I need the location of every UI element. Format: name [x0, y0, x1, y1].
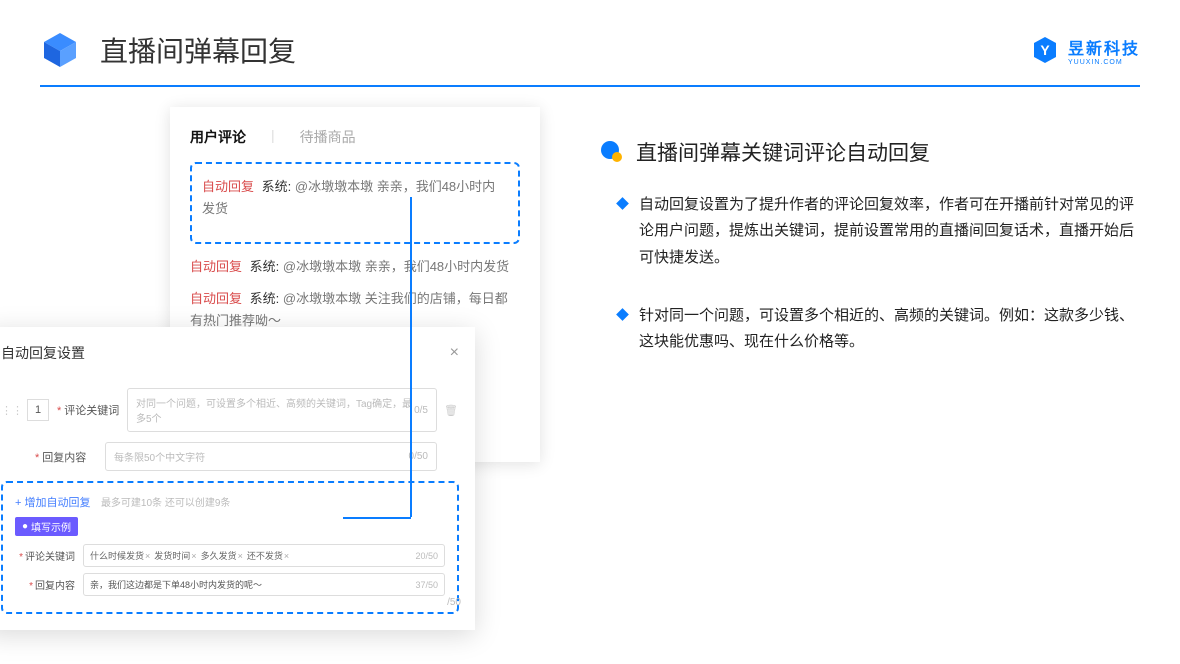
delete-icon[interactable]: 🗑 [443, 404, 459, 417]
logo-cube-icon [40, 30, 80, 70]
tab-separator: | [271, 127, 275, 147]
diamond-icon [616, 308, 629, 321]
keyword-tag: 发货时间× [154, 549, 196, 562]
example-keywords-field: 什么时候发货× 发货时间× 多久发货× 还不发货× 20/50 [83, 544, 445, 567]
connector-line [343, 517, 411, 519]
bullet-text: 自动回复设置为了提升作者的评论回复效率，作者可在开播前针对常见的评论用户问题，提… [639, 192, 1140, 271]
brand-logo-icon: Y [1030, 35, 1060, 65]
example-reply-field: 亲，我们这边都是下单48小时内发货的呢～ 37/50 [83, 573, 445, 596]
keyword-tag: 还不发货× [247, 549, 289, 562]
tab-pending-goods[interactable]: 待播商品 [300, 127, 356, 147]
svg-text:Y: Y [1040, 42, 1050, 58]
add-reply-link[interactable]: + 增加自动回复 [15, 494, 90, 510]
auto-reply-tag: 自动回复 [190, 259, 242, 274]
example-badge: ●填写示例 [15, 517, 78, 536]
connector-line [410, 197, 412, 517]
comment-text: @冰墩墩本墩 亲亲，我们48小时内发货 [283, 259, 509, 274]
page-title: 直播间弹幕回复 [100, 30, 296, 70]
system-label: 系统: [250, 259, 280, 274]
close-icon[interactable]: × [450, 344, 459, 362]
tab-user-comments[interactable]: 用户评论 [190, 127, 246, 147]
system-label: 系统: [262, 179, 292, 194]
field-label-keywords: *评论关键词 [57, 402, 127, 418]
char-count: 0/5 [414, 405, 428, 416]
comment-row: 自动回复 系统: @冰墩墩本墩 关注我们的店铺，每日都有热门推荐呦～ [190, 288, 520, 332]
diamond-icon [616, 197, 629, 210]
brand-subtext: YUUXIN.COM [1068, 59, 1140, 66]
comment-row: 自动回复 系统: @冰墩墩本墩 亲亲，我们48小时内发货 [190, 256, 520, 278]
keywords-input[interactable]: 对同一个问题，可设置多个相近、高频的关键词，Tag确定，最多5个 0/5 [127, 388, 437, 432]
brand-text: 昱新科技 [1068, 41, 1140, 58]
input-placeholder: 对同一个问题，可设置多个相近、高频的关键词，Tag确定，最多5个 [136, 395, 414, 425]
char-count: 37/50 [415, 580, 438, 590]
chat-bubble-icon [600, 140, 624, 164]
char-count: 20/50 [415, 551, 438, 561]
field-label-reply: *回复内容 [35, 449, 105, 465]
example-label-keywords: *评论关键词 [15, 548, 75, 563]
auto-reply-settings-modal: 自动回复设置 × ⋮⋮ 1 *评论关键词 对同一个问题，可设置多个相近、高频的关… [0, 327, 475, 630]
add-hint: 最多可建10条 还可以创建9条 [101, 498, 230, 509]
auto-reply-tag: 自动回复 [202, 179, 254, 194]
highlighted-comment: 自动回复 系统: @冰墩墩本墩 亲亲，我们48小时内发货 [190, 162, 520, 244]
input-placeholder: 每条限50个中文字符 [114, 449, 205, 464]
keyword-tag: 多久发货× [201, 549, 243, 562]
bullet-item: 自动回复设置为了提升作者的评论回复效率，作者可在开播前针对常见的评论用户问题，提… [618, 192, 1140, 271]
brand-block: Y 昱新科技 YUUXIN.COM [1030, 35, 1140, 66]
section-title: 直播间弹幕关键词评论自动回复 [636, 137, 930, 167]
bullet-text: 针对同一个问题，可设置多个相近的、高频的关键词。例如：这款多少钱、这块能优惠吗、… [639, 303, 1140, 356]
outer-count: /50 [447, 597, 461, 608]
example-reply-text: 亲，我们这边都是下单48小时内发货的呢～ [90, 578, 262, 591]
keyword-tag: 什么时候发货× [90, 549, 150, 562]
rule-index: 1 [27, 399, 49, 421]
reply-input[interactable]: 每条限50个中文字符 0/50 [105, 442, 437, 471]
drag-handle-icon[interactable]: ⋮⋮ [1, 404, 23, 417]
auto-reply-tag: 自动回复 [190, 291, 242, 306]
system-label: 系统: [250, 291, 280, 306]
example-box: + 增加自动回复 最多可建10条 还可以创建9条 ●填写示例 *评论关键词 什么… [1, 481, 459, 614]
modal-title: 自动回复设置 [1, 343, 85, 363]
header-rule [40, 85, 1140, 87]
bullet-item: 针对同一个问题，可设置多个相近的、高频的关键词。例如：这款多少钱、这块能优惠吗、… [618, 303, 1140, 356]
example-label-reply: *回复内容 [15, 577, 75, 592]
